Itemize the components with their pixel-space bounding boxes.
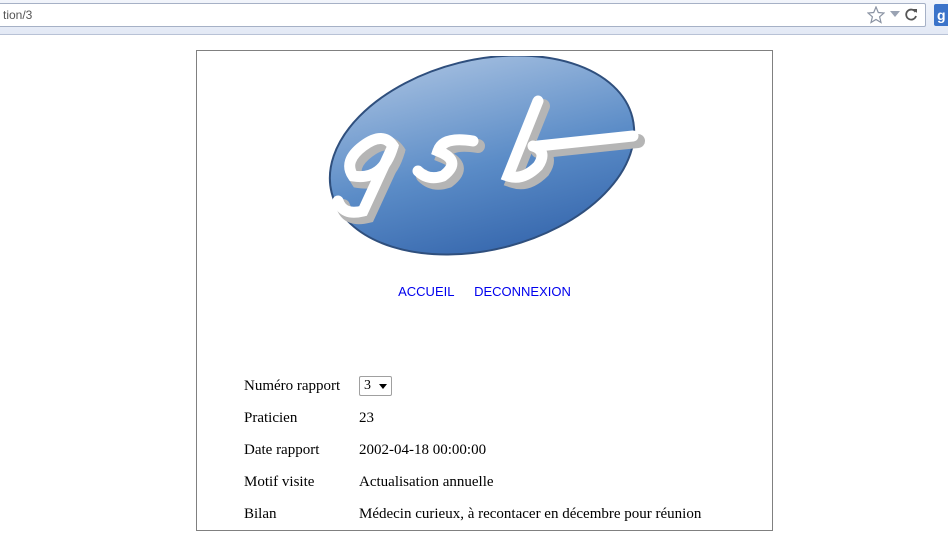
practitioner-label: Praticien bbox=[244, 409, 298, 426]
address-bar[interactable]: tion/3 bbox=[0, 3, 926, 27]
visit-reason-label: Motif visite bbox=[244, 473, 315, 490]
extension-icon[interactable]: g bbox=[934, 4, 948, 26]
table-row: Praticien 23 bbox=[244, 402, 701, 434]
visit-reason-value: Actualisation annuelle bbox=[359, 473, 494, 490]
address-text: tion/3 bbox=[3, 8, 33, 22]
chevron-down-icon[interactable] bbox=[889, 9, 901, 19]
report-number-select[interactable]: 3 bbox=[359, 376, 392, 396]
bookmark-star-icon[interactable] bbox=[867, 6, 885, 24]
chevron-down-icon bbox=[379, 384, 387, 389]
nav-accueil-link[interactable]: ACCUEIL bbox=[398, 284, 454, 299]
main-nav: ACCUEIL DECONNEXION bbox=[197, 284, 772, 299]
table-row: Numéro rapport 3 bbox=[244, 370, 701, 402]
report-date-value: 2002-04-18 00:00:00 bbox=[359, 441, 487, 458]
gsb-logo-icon bbox=[328, 56, 645, 256]
assessment-value: Médecin curieux, à recontacer en décembr… bbox=[359, 505, 702, 522]
browser-toolbar: tion/3 g bbox=[0, 0, 948, 35]
nav-deconnexion-link[interactable]: DECONNEXION bbox=[474, 284, 571, 299]
table-row: Bilan Médecin curieux, à recontacer en d… bbox=[244, 498, 701, 530]
report-number-label: Numéro rapport bbox=[244, 377, 341, 394]
practitioner-value: 23 bbox=[359, 409, 374, 426]
assessment-label: Bilan bbox=[244, 505, 277, 522]
reload-icon[interactable] bbox=[903, 7, 919, 23]
table-row: Motif visite Actualisation annuelle bbox=[244, 466, 701, 498]
page-container: ACCUEIL DECONNEXION Numéro rapport 3 Pra… bbox=[196, 50, 773, 531]
report-date-label: Date rapport bbox=[244, 441, 320, 458]
report-number-value: 3 bbox=[364, 378, 371, 393]
report-details-table: Numéro rapport 3 Praticien 23 Date rappo… bbox=[244, 370, 701, 530]
table-row: Date rapport 2002-04-18 00:00:00 bbox=[244, 434, 701, 466]
